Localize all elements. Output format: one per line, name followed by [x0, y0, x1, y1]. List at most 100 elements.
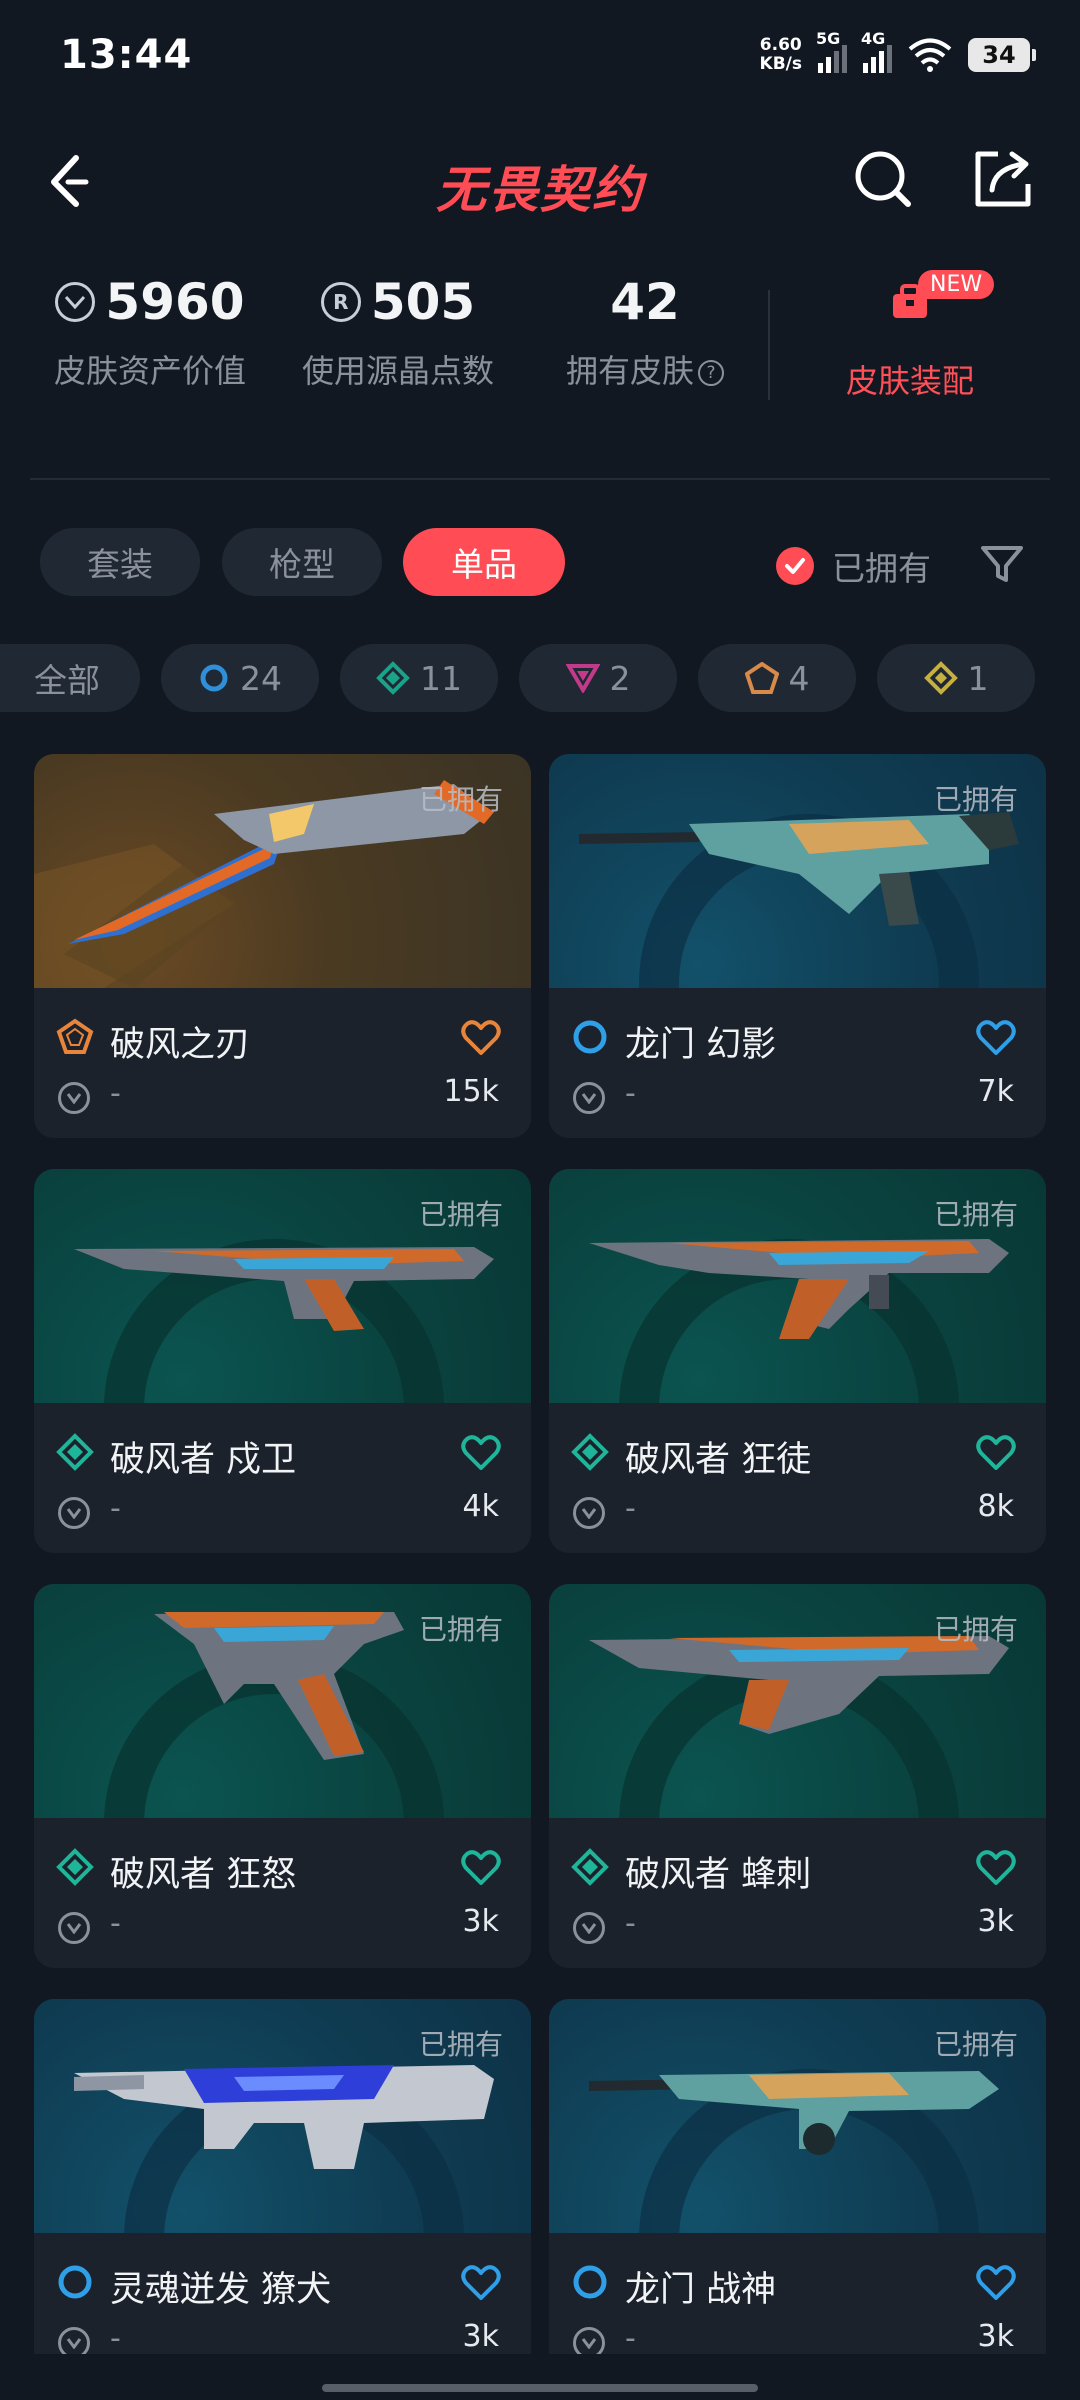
home-indicator[interactable]: [322, 2384, 758, 2392]
skin-card[interactable]: 已拥有 破风者 狂徒 - 8k: [549, 1169, 1046, 1553]
deluxe-icon: [56, 1433, 94, 1471]
valorant-points-icon: [58, 2327, 90, 2354]
valorant-points-icon: [58, 1497, 90, 1529]
skin-name: 破风者 狂徒: [625, 1440, 812, 1480]
exclusive-icon: [744, 662, 779, 694]
owned-tag: 已拥有: [418, 783, 503, 816]
skin-price: -: [110, 1491, 121, 1526]
select-icon: [58, 2265, 92, 2299]
owned-tag: 已拥有: [933, 2028, 1018, 2061]
deluxe-icon: [376, 661, 410, 695]
valorant-points-icon: [58, 1082, 90, 1114]
owned-toggle[interactable]: 已拥有: [776, 542, 931, 590]
skin-price: -: [110, 1076, 121, 1111]
heart-icon[interactable]: [976, 1435, 1016, 1471]
owned-tag: 已拥有: [418, 2028, 503, 2061]
heart-icon[interactable]: [461, 1435, 501, 1471]
like-count: 8k: [977, 1489, 1014, 1524]
network-speed: 6.60 KB/s: [759, 35, 802, 74]
like-count: 3k: [462, 1904, 499, 1939]
select-icon: [573, 1020, 607, 1054]
skin-card[interactable]: 已拥有 破风者 蜂刺 - 3k: [549, 1584, 1046, 1968]
new-badge: NEW: [918, 270, 995, 299]
skin-card[interactable]: 已拥有 破风者 戍卫 - 4k: [34, 1169, 531, 1553]
stat-radianite: R 505 使用源晶点数: [301, 273, 494, 390]
skin-grid: 已拥有 破风之刃 - 15k 已拥有 龙门 幻影 - 7k 已拥有 破风者 戍卫…: [34, 754, 1046, 2354]
valorant-points-icon: [573, 2327, 605, 2354]
valorant-points-icon: [573, 1912, 605, 1944]
radianite-icon: R: [320, 282, 361, 322]
skin-card[interactable]: 已拥有 灵魂迸发 獠犬 - 3k: [34, 1999, 531, 2354]
heart-icon[interactable]: [461, 1850, 501, 1886]
tab-weapon-type[interactable]: 枪型: [222, 528, 382, 596]
owned-tag: 已拥有: [933, 1198, 1018, 1231]
select-icon: [200, 664, 228, 692]
owned-tag: 已拥有: [418, 1198, 503, 1231]
skin-name: 龙门 幻影: [625, 1025, 777, 1065]
status-bar: 13:44 6.60 KB/s 5G 4G 34: [0, 0, 1080, 110]
share-icon[interactable]: [968, 144, 1038, 214]
signal-4g-icon: 4G: [861, 29, 892, 73]
divider: [30, 478, 1050, 480]
filter-icon[interactable]: [978, 540, 1026, 588]
premium-icon: [565, 664, 600, 693]
deluxe-icon: [56, 1848, 94, 1886]
skin-card[interactable]: 已拥有 龙门 幻影 - 7k: [549, 754, 1046, 1138]
ultra-icon: [923, 661, 958, 695]
help-icon[interactable]: ?: [698, 360, 724, 386]
valorant-points-icon: [573, 1082, 605, 1114]
chip-premium[interactable]: 2: [519, 644, 677, 712]
chip-exclusive[interactable]: 4: [698, 644, 856, 712]
skin-name: 破风之刃: [110, 1025, 251, 1065]
battery-icon: 34: [968, 38, 1036, 72]
heart-icon[interactable]: [976, 1850, 1016, 1886]
status-icons: 6.60 KB/s 5G 4G 34: [759, 29, 1036, 74]
stat-asset-value: 5960 皮肤资产价值: [53, 273, 246, 390]
heart-icon[interactable]: [976, 1020, 1016, 1056]
deluxe-icon: [571, 1433, 609, 1471]
tab-sets[interactable]: 套装: [40, 528, 200, 596]
like-count: 3k: [977, 1904, 1014, 1939]
chip-select[interactable]: 24: [161, 644, 319, 712]
wifi-icon: [908, 38, 952, 72]
tab-single-items[interactable]: 单品: [403, 528, 565, 596]
chip-ultra[interactable]: 1: [877, 644, 1035, 712]
check-icon: [776, 547, 814, 585]
skin-name: 破风者 狂怒: [110, 1855, 297, 1895]
like-count: 4k: [462, 1489, 499, 1524]
valorant-points-icon: [573, 1497, 605, 1529]
skin-name: 破风者 戍卫: [110, 1440, 297, 1480]
owned-tag: 已拥有: [418, 1613, 503, 1646]
valorant-points-icon: [58, 1912, 90, 1944]
owned-tag: 已拥有: [933, 1613, 1018, 1646]
divider: [768, 290, 770, 400]
skin-card[interactable]: 已拥有 龙门 战神 - 3k: [549, 1999, 1046, 2354]
skin-name: 龙门 战神: [625, 2270, 777, 2310]
stat-owned-skins: 42 拥有皮肤?: [550, 270, 740, 392]
valorant-points-icon: [55, 282, 96, 322]
skin-price: -: [625, 1076, 636, 1111]
skin-price: -: [110, 2321, 121, 2354]
skin-name: 破风者 蜂刺: [625, 1855, 812, 1895]
signal-5g-icon: 5G: [816, 29, 847, 73]
app-header: 无畏契约: [0, 130, 1080, 230]
skin-price: -: [625, 1491, 636, 1526]
chip-deluxe[interactable]: 11: [340, 644, 498, 712]
skin-card[interactable]: 已拥有 破风之刃 - 15k: [34, 754, 531, 1138]
chip-all[interactable]: 全部: [0, 644, 140, 712]
skin-price: -: [110, 1906, 121, 1941]
skin-name: 灵魂迸发 獠犬: [110, 2270, 332, 2310]
exclusive-icon: [56, 1018, 94, 1054]
skin-card[interactable]: 已拥有 破风者 狂怒 - 3k: [34, 1584, 531, 1968]
heart-icon[interactable]: [976, 2265, 1016, 2301]
like-count: 3k: [977, 2319, 1014, 2354]
skin-price: -: [625, 2321, 636, 2354]
heart-icon[interactable]: [461, 2265, 501, 2301]
like-count: 3k: [462, 2319, 499, 2354]
page-title: 无畏契约: [436, 161, 644, 219]
search-icon[interactable]: [848, 144, 918, 214]
heart-icon[interactable]: [461, 1020, 501, 1056]
owned-tag: 已拥有: [933, 783, 1018, 816]
status-time: 13:44: [60, 32, 193, 78]
deluxe-icon: [571, 1848, 609, 1886]
